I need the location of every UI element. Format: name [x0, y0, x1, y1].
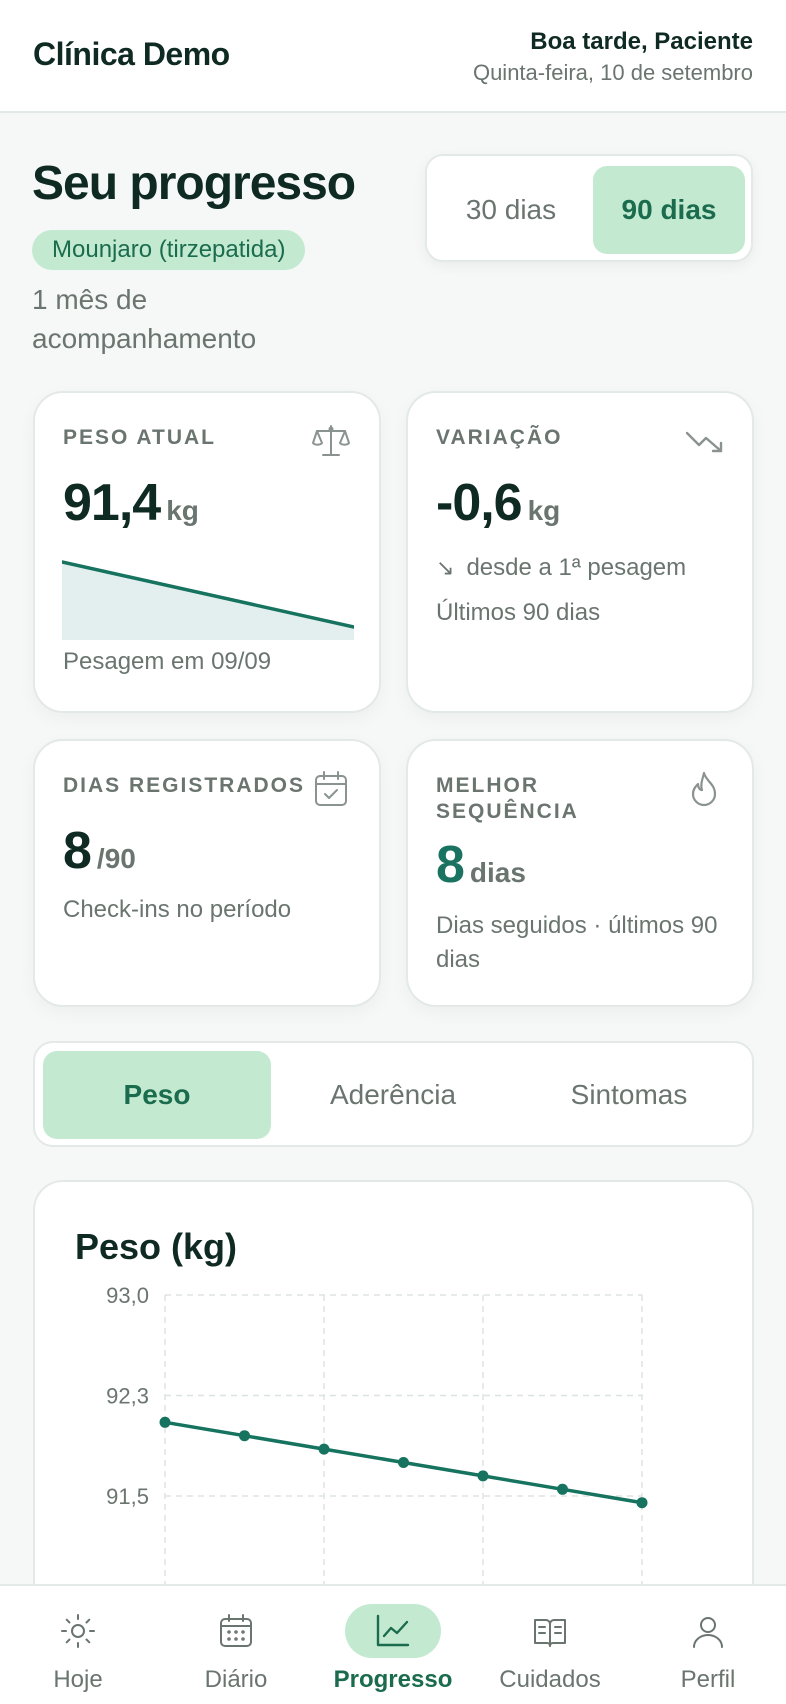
change-number: -0,6	[436, 474, 523, 532]
app-header: Clínica Demo Boa tarde, Paciente Quinta-…	[0, 0, 786, 113]
tab-peso[interactable]: Peso	[43, 1051, 271, 1139]
medication-badge: Mounjaro (tirzepatida)	[32, 230, 306, 270]
current-weight-card: PESO ATUAL 91,4 kg Pesagem em 09/09	[33, 391, 381, 713]
nav-label: Hoje	[53, 1666, 103, 1693]
checkins-note: Check-ins no período	[63, 896, 292, 923]
data-point	[557, 1483, 568, 1495]
y-tick-label: 93,0	[106, 1283, 149, 1308]
nav-item-diario[interactable]: Diário	[161, 1586, 311, 1704]
greeting-text: Boa tarde, Paciente	[530, 28, 753, 55]
y-tick-label: 91,5	[106, 1484, 149, 1509]
weight-unit: kg	[166, 495, 199, 526]
nav-item-cuidados[interactable]: Cuidados	[475, 1586, 625, 1704]
scale-icon	[312, 425, 350, 456]
days-value: 8/90	[63, 821, 136, 881]
tab-sintomas[interactable]: Sintomas	[515, 1051, 743, 1139]
sun-icon	[61, 1614, 95, 1648]
change-value: -0,6 kg	[436, 473, 560, 533]
chart-icon	[376, 1614, 410, 1647]
period-30-days-button[interactable]: 30 dias	[435, 166, 587, 254]
nav-label: Cuidados	[499, 1666, 601, 1693]
nav-label: Progresso	[333, 1666, 453, 1693]
weight-number: 91,4	[63, 474, 161, 532]
streak-unit: dias	[469, 857, 526, 888]
data-point	[159, 1416, 171, 1428]
nav-icon-wrap	[660, 1604, 756, 1658]
period-90-days-button[interactable]: 90 dias	[593, 166, 745, 254]
data-point	[318, 1443, 330, 1455]
change-unit: kg	[527, 495, 561, 526]
days-number: 8	[63, 822, 92, 880]
arrow-down-right-icon: ↘	[436, 555, 455, 580]
nav-icon-wrap	[30, 1604, 126, 1658]
nav-label: Diário	[204, 1666, 268, 1693]
nav-item-progresso[interactable]: Progresso	[318, 1586, 468, 1704]
current-date: Quinta-feira, 10 de setembro	[472, 60, 753, 85]
change-since: ↘ desde a 1ª pesagem	[436, 551, 686, 585]
card-label: MELHOR SEQUÊNCIA	[436, 774, 579, 823]
data-point	[239, 1430, 250, 1442]
nav-item-hoje[interactable]: Hoje	[3, 1586, 153, 1704]
book-icon	[534, 1619, 566, 1647]
nav-icon-wrap	[502, 1604, 598, 1658]
greeting-block: Boa tarde, Paciente Quinta-feira, 10 de …	[473, 28, 753, 86]
change-period: Últimos 90 dias	[436, 599, 601, 626]
data-point	[398, 1457, 409, 1468]
data-point	[477, 1470, 489, 1482]
tab-aderencia[interactable]: Aderência	[279, 1051, 507, 1139]
page-title: Seu progresso	[32, 157, 356, 210]
flame-icon	[691, 771, 717, 807]
card-label: DIAS REGISTRADOS	[63, 774, 306, 797]
weight-sparkline	[62, 560, 354, 640]
nav-item-perfil[interactable]: Perfil	[633, 1586, 783, 1704]
nav-icon-wrap	[345, 1604, 441, 1658]
data-point	[636, 1497, 648, 1509]
weight-value: 91,4 kg	[63, 473, 199, 533]
trending-down-icon	[685, 431, 723, 453]
chart-tabs: Peso Aderência Sintomas	[33, 1041, 754, 1147]
calendar-icon	[220, 1614, 252, 1647]
y-tick-label: 92,3	[106, 1384, 149, 1409]
period-toggle: 30 dias 90 dias	[425, 154, 753, 262]
user-icon	[693, 1617, 723, 1648]
streak-value: 8 dias	[436, 835, 526, 895]
card-label: PESO ATUAL	[63, 426, 217, 449]
weigh-in-date: Pesagem em 09/09	[63, 648, 272, 675]
days-logged-card: DIAS REGISTRADOS 8/90 Check-ins no perío…	[33, 739, 381, 1007]
nav-label: Perfil	[680, 1666, 736, 1693]
card-label: VARIAÇÃO	[436, 426, 563, 449]
change-since-text: desde a 1ª pesagem	[466, 554, 687, 581]
nav-icon-wrap	[188, 1604, 284, 1658]
weight-change-card: VARIAÇÃO -0,6 kg ↘ desde a 1ª pesagem Últi…	[406, 391, 754, 713]
days-total: /90	[96, 843, 136, 874]
streak-note: Dias seguidos · últimos 90 dias	[436, 912, 718, 973]
followup-duration: 1 mês de acompanhamento	[32, 284, 257, 354]
streak-number: 8	[436, 836, 465, 894]
best-streak-card: MELHOR SEQUÊNCIA 8 dias Dias seguidos · ú…	[406, 739, 754, 1007]
calendar-check-icon	[315, 771, 347, 806]
bottom-nav: Hoje Diário Progresso Cuidados Perfil	[0, 1584, 786, 1704]
brand-name: Clínica Demo	[33, 36, 230, 72]
